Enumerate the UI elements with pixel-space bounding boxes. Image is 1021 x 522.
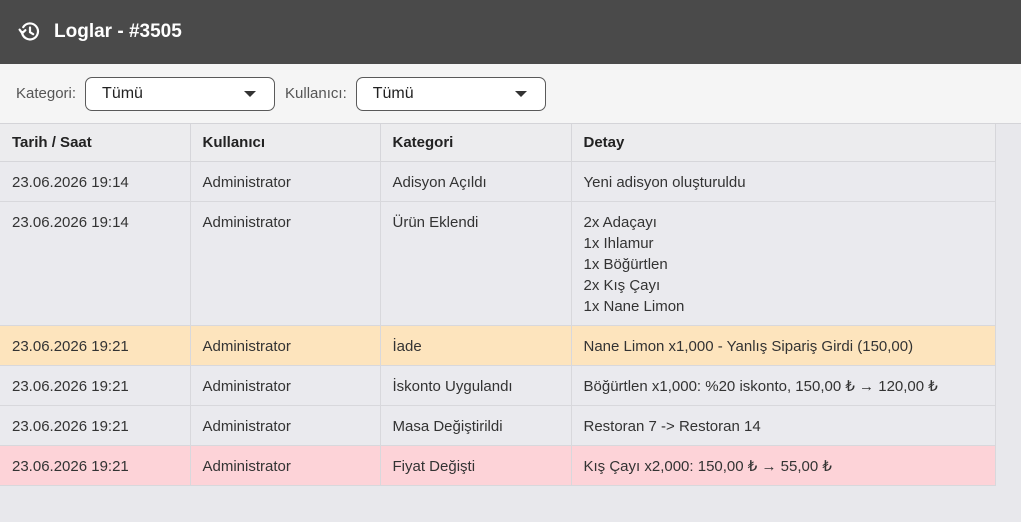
cell-category: Masa Değiştirildi [380, 405, 572, 446]
cell-datetime: 23.06.2026 19:14 [0, 201, 191, 326]
cell-datetime: 23.06.2026 19:21 [0, 405, 191, 446]
cell-datetime: 23.06.2026 19:14 [0, 161, 191, 202]
log-table: Tarih / Saat Kullanıcı Kategori Detay 23… [0, 124, 996, 486]
column-header-datetime[interactable]: Tarih / Saat [0, 124, 191, 162]
cell-details: Nane Limon x1,000 - Yanlış Sipariş Girdi… [571, 325, 996, 366]
detail-line: Kış Çayı x2,000: 150,00 ₺ → 55,00 ₺ [583, 457, 832, 475]
chevron-down-icon [244, 90, 257, 97]
cell-user: Administrator [190, 201, 381, 326]
cell-details: Böğürtlen x1,000: %20 iskonto, 150,00 ₺ … [571, 365, 996, 406]
cell-category: Adisyon Açıldı [380, 161, 572, 202]
app-header: Loglar - #3505 [0, 0, 1021, 64]
filter-bar: Kategori: Tümü Kullanıcı: Tümü [0, 64, 1021, 124]
table-row[interactable]: 23.06.2026 19:21 Administrator Fiyat Değiş… [0, 445, 996, 486]
column-header-category[interactable]: Kategori [380, 124, 572, 162]
detail-line: 2x Kış Çayı [583, 276, 661, 294]
cell-category: Ürün Eklendi [380, 201, 572, 326]
detail-line: Böğürtlen x1,000: %20 iskonto, 150,00 ₺ … [583, 377, 938, 395]
cell-details: Yeni adisyon oluşturuldu [571, 161, 996, 202]
category-filter-label: Kategori: [16, 85, 77, 102]
user-filter-value: Tümü [372, 84, 414, 102]
cell-datetime: 23.06.2026 19:21 [0, 325, 191, 366]
detail-line: 1x Böğürtlen [583, 255, 668, 273]
detail-line: Restoran 7 -> Restoran 14 [583, 417, 761, 435]
cell-category: İskonto Uygulandı [380, 365, 572, 406]
table-row[interactable]: 23.06.2026 19:21 Administrator İade Nane Li… [0, 325, 996, 366]
category-filter-value: Tümü [102, 84, 143, 102]
table-row[interactable]: 23.06.2026 19:14 Administrator Adisyon Açı… [0, 161, 996, 202]
cell-details: Restoran 7 -> Restoran 14 [571, 405, 996, 446]
cell-datetime: 23.06.2026 19:21 [0, 365, 191, 406]
table-row[interactable]: 23.06.2026 19:21 Administrator İskonto Uyg… [0, 365, 996, 406]
cell-user: Administrator [190, 325, 381, 366]
cell-datetime: 23.06.2026 19:21 [0, 445, 191, 486]
detail-line: Yeni adisyon oluşturuldu [583, 173, 746, 191]
page-title: Loglar - #3505 [54, 21, 182, 42]
cell-details: 2x Adaçayı 1x Ihlamur 1x Böğürtlen 2x Kış Ç… [571, 201, 996, 326]
category-filter-select[interactable]: Tümü [85, 76, 276, 111]
history-icon [18, 20, 42, 44]
column-header-details[interactable]: Detay [571, 124, 996, 162]
detail-line: 2x Adaçayı [583, 213, 657, 231]
cell-user: Administrator [190, 365, 381, 406]
detail-line: 1x Ihlamur [583, 234, 654, 252]
cell-category: İade [380, 325, 572, 366]
column-header-user[interactable]: Kullanıcı [190, 124, 381, 162]
cell-category: Fiyat Değişti [380, 445, 572, 486]
cell-details: Kış Çayı x2,000: 150,00 ₺ → 55,00 ₺ [571, 445, 996, 486]
user-filter-select[interactable]: Tümü [355, 76, 546, 111]
cell-user: Administrator [190, 161, 381, 202]
detail-line: 1x Nane Limon [583, 297, 685, 315]
table-row[interactable]: 23.06.2026 19:14 Administrator Ürün Eklend… [0, 201, 996, 326]
user-filter-label: Kullanıcı: [285, 85, 347, 102]
table-row[interactable]: 23.06.2026 19:21 Administrator Masa Değişt… [0, 405, 996, 446]
detail-line: Nane Limon x1,000 - Yanlış Sipariş Girdi… [583, 337, 914, 355]
cell-user: Administrator [190, 405, 381, 446]
cell-user: Administrator [190, 445, 381, 486]
table-header-row: Tarih / Saat Kullanıcı Kategori Detay [0, 124, 996, 162]
chevron-down-icon [514, 90, 527, 97]
